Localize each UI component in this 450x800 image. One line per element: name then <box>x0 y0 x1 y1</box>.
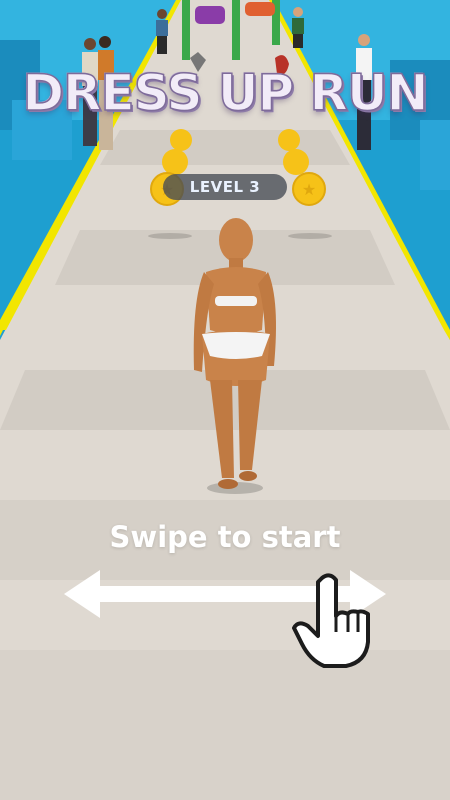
svg-text:★: ★ <box>302 180 316 199</box>
game-screen[interactable]: ★ ★ DRESS UP RUN LEVEL 3 Sw <box>0 0 450 800</box>
game-title: DRESS UP RUN <box>22 63 429 123</box>
swipe-prompt: Swipe to start <box>109 520 341 554</box>
level-badge: LEVEL 3 <box>163 174 287 200</box>
level-label: LEVEL 3 <box>189 178 261 196</box>
pointing-hand-icon <box>292 573 370 668</box>
